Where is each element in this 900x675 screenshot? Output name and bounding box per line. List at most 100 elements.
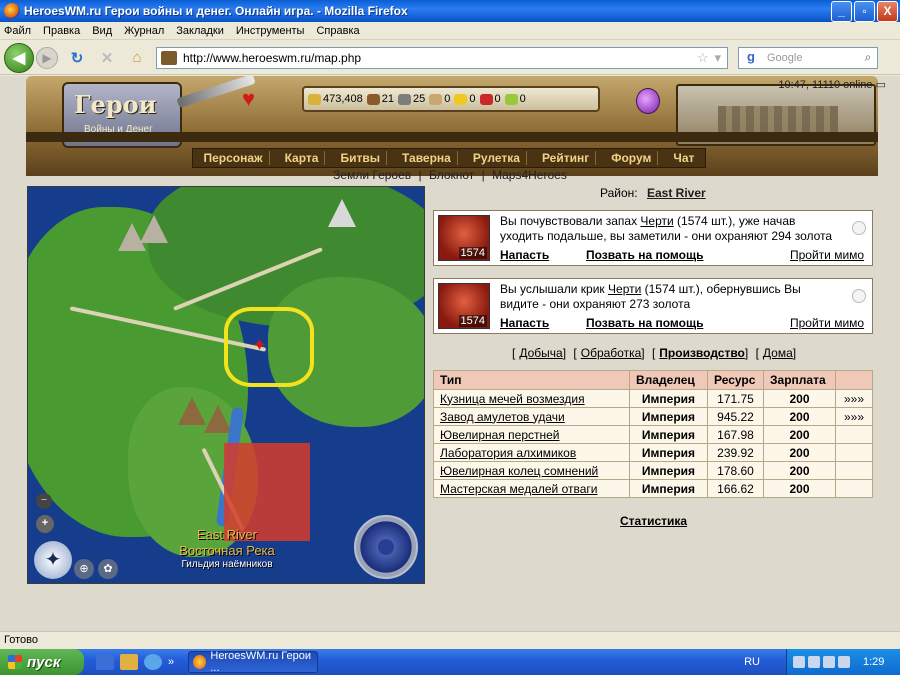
menu-tools[interactable]: Инструменты <box>236 25 305 37</box>
online-icon: ▭ <box>875 79 886 91</box>
resource-gold: 473,408 <box>308 93 363 105</box>
table-row: Лаборатория алхимиков Империя 239.92 200 <box>433 443 873 462</box>
home-button[interactable]: ⌂ <box>126 47 148 69</box>
building-resource: 166.62 <box>707 479 764 498</box>
menu-file[interactable]: Файл <box>4 25 31 37</box>
system-tray: 1:29 <box>786 649 900 675</box>
attack-link[interactable]: Напасть <box>500 248 586 262</box>
link-notepad[interactable]: Блокнот <box>427 168 476 182</box>
quicklaunch-save-icon[interactable] <box>96 654 114 670</box>
table-row: Завод амулетов удачи Империя 945.22 200 … <box>433 407 873 426</box>
forward-button[interactable]: ▶ <box>36 46 58 69</box>
quicklaunch-app-icon[interactable] <box>120 654 138 670</box>
building-more-link <box>835 443 873 462</box>
monster-link[interactable]: Черти <box>608 282 641 296</box>
menu-edit[interactable]: Правка <box>43 25 80 37</box>
tab-processing[interactable]: Обработка <box>581 346 642 360</box>
quicklaunch-ie-icon[interactable] <box>144 654 162 670</box>
building-more-link[interactable]: »»» <box>835 407 873 426</box>
encounter-card: 1574 Вы почувствовали запах Черти (1574 … <box>433 210 873 266</box>
page-content: Герои Войны и Денег ♥ 473,408 21 25 0 0 … <box>0 76 900 631</box>
building-resource: 945.22 <box>707 407 764 426</box>
resource-ore: 25 <box>398 93 425 105</box>
start-label: пуск <box>27 653 61 671</box>
start-button[interactable]: пуск <box>0 649 84 675</box>
building-link[interactable]: Кузница мечей возмездия <box>440 392 585 406</box>
encounter-select-radio[interactable] <box>852 221 866 235</box>
address-bar[interactable]: http://www.heroeswm.ru/map.php ☆ ▾ <box>156 46 728 69</box>
building-link[interactable]: Ювелирная перстней <box>440 428 560 442</box>
back-button[interactable]: ◀ <box>4 42 34 73</box>
encounter-text: Вы почувствовали запах Черти (1574 шт.),… <box>500 214 833 243</box>
nav-battles[interactable]: Битвы <box>334 151 387 165</box>
tray-icon[interactable] <box>823 656 835 668</box>
minimize-button[interactable]: _ <box>831 0 852 22</box>
building-more-link[interactable]: »»» <box>835 389 873 408</box>
monster-link[interactable]: Черти <box>640 214 673 228</box>
nav-rating[interactable]: Рейтинг <box>536 151 597 165</box>
search-placeholder: Google <box>767 51 803 64</box>
zoom-out-button[interactable]: − <box>36 493 52 509</box>
language-indicator[interactable]: RU <box>744 656 760 668</box>
dropdown-arrow-icon[interactable]: ▾ <box>714 50 721 66</box>
call-help-link[interactable]: Позвать на помощь <box>586 316 790 330</box>
column-type: Тип <box>433 370 630 390</box>
search-box[interactable]: g Google ⌕ <box>738 46 878 69</box>
nav-chat[interactable]: Чат <box>667 151 700 165</box>
maximize-button[interactable]: ▫ <box>854 0 875 22</box>
logo-title: Герои <box>74 90 157 119</box>
attack-link[interactable]: Напасть <box>500 316 586 330</box>
nav-forum[interactable]: Форум <box>605 151 659 165</box>
region-link[interactable]: East River <box>647 186 706 200</box>
call-help-link[interactable]: Позвать на помощь <box>586 248 790 262</box>
building-resource: 171.75 <box>707 389 764 408</box>
menu-view[interactable]: Вид <box>92 25 112 37</box>
quicklaunch-expand-icon[interactable]: » <box>168 656 174 668</box>
building-link[interactable]: Лаборатория алхимиков <box>440 446 576 460</box>
player-marker-icon: ✦ <box>252 335 268 355</box>
tray-icon[interactable] <box>793 656 805 668</box>
tab-mining[interactable]: Добыча <box>519 346 562 360</box>
building-more-link <box>835 461 873 480</box>
ore-icon <box>398 93 412 105</box>
building-link[interactable]: Ювелирная колец сомнений <box>440 464 598 478</box>
search-engine-icon[interactable]: g <box>741 49 761 67</box>
monster-count: 1574 <box>458 247 487 259</box>
world-map[interactable]: ✦ − + ✦ ⊕ ✿ East River Восточная Река Ги… <box>27 186 425 584</box>
nav-character[interactable]: Персонаж <box>198 151 270 165</box>
reload-button[interactable]: ↻ <box>66 47 88 69</box>
pass-by-link[interactable]: Пройти мимо <box>790 316 864 330</box>
building-link[interactable]: Завод амулетов удачи <box>440 410 565 424</box>
nav-roulette[interactable]: Рулетка <box>467 151 527 165</box>
server-clock: 10:47, 11110 online ▭ <box>778 79 886 91</box>
column-salary: Зарплата <box>763 370 836 390</box>
bookmark-star-icon[interactable]: ☆ <box>697 50 709 66</box>
firefox-icon <box>4 3 20 19</box>
link-maps4heroes[interactable]: Maps4Heroes <box>490 168 569 182</box>
encounter-text: Вы услышали крик Черти (1574 шт.), оберн… <box>500 282 801 311</box>
table-row: Мастерская медалей отваги Империя 166.62… <box>433 479 873 498</box>
building-more-link <box>835 425 873 444</box>
nav-map[interactable]: Карта <box>279 151 326 165</box>
nav-tavern[interactable]: Таверна <box>396 151 458 165</box>
menu-help[interactable]: Справка <box>316 25 359 37</box>
arrow-right-icon: ▶ <box>42 50 52 65</box>
taskbar-firefox-item[interactable]: HeroesWM.ru Герои ... <box>188 650 319 674</box>
tab-houses[interactable]: Дома <box>763 346 793 360</box>
building-link[interactable]: Мастерская медалей отваги <box>440 482 597 496</box>
stop-button[interactable]: ✕ <box>96 47 118 69</box>
close-button[interactable]: X <box>877 0 898 22</box>
region-info: Район: East River <box>600 186 706 200</box>
navigation-toolbar: ◀ ▶ ↻ ✕ ⌂ http://www.heroeswm.ru/map.php… <box>0 41 900 75</box>
encounter-select-radio[interactable] <box>852 289 866 303</box>
tab-production[interactable]: Производство <box>659 346 745 360</box>
tray-icon[interactable] <box>838 656 850 668</box>
statistics-link[interactable]: Статистика <box>620 514 687 528</box>
tray-icon[interactable] <box>808 656 820 668</box>
menu-history[interactable]: Журнал <box>124 25 164 37</box>
link-heroes-lands[interactable]: Земли Героев <box>331 168 413 182</box>
windows-logo-icon <box>8 655 22 669</box>
pass-by-link[interactable]: Пройти мимо <box>790 248 864 262</box>
menu-bookmarks[interactable]: Закладки <box>176 25 224 37</box>
search-icon[interactable]: ⌕ <box>859 50 877 65</box>
